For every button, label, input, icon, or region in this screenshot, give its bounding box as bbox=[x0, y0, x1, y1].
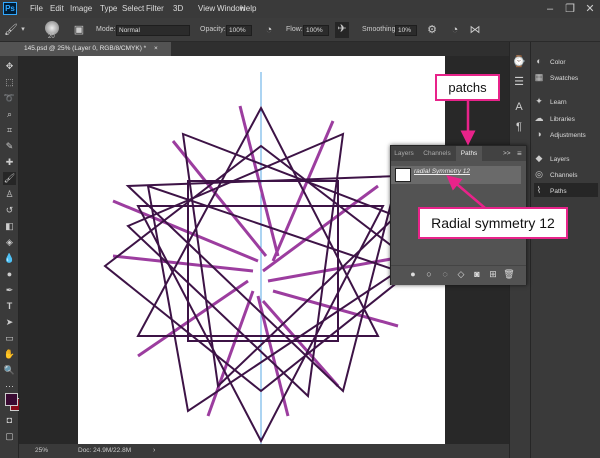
radial-arrow bbox=[446, 175, 486, 209]
callout-radial-symmetry: Radial symmetry 12 bbox=[418, 207, 568, 239]
callout-patchs: patchs bbox=[435, 74, 500, 101]
